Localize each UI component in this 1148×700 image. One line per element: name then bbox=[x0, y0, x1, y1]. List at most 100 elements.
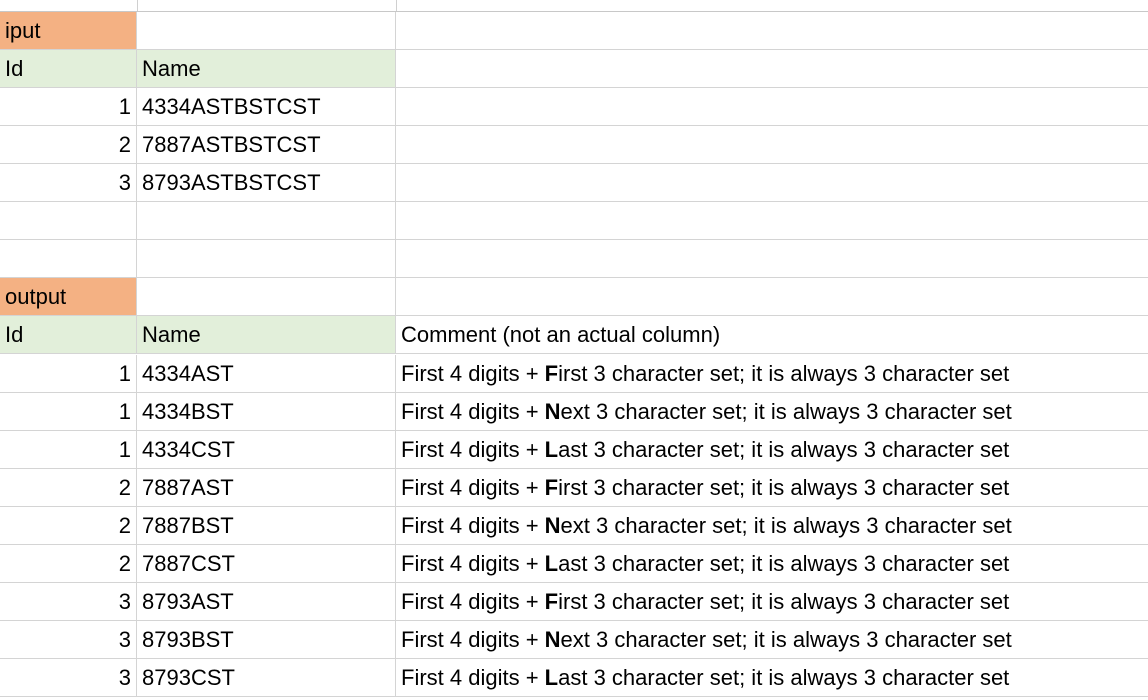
comment-bold-letter: N bbox=[544, 513, 561, 538]
input-id-header-cell[interactable]: Id bbox=[0, 50, 137, 88]
comment-bold-letter: L bbox=[544, 665, 559, 690]
output-comment-cell[interactable]: First 4 digits + Last 3 character set; i… bbox=[396, 659, 1148, 697]
empty-cell[interactable] bbox=[0, 240, 137, 278]
input-section-label-cell[interactable]: iput bbox=[0, 12, 137, 50]
output-comment-cell[interactable]: First 4 digits + Next 3 character set; i… bbox=[396, 621, 1148, 659]
output-table-row: 2 7887AST First 4 digits + First 3 chara… bbox=[0, 469, 1148, 507]
output-comment-cell[interactable]: First 4 digits + First 3 character set; … bbox=[396, 355, 1148, 393]
comment-prefix: First 4 digits + bbox=[401, 513, 545, 538]
output-comment-cell[interactable]: First 4 digits + Next 3 character set; i… bbox=[396, 393, 1148, 431]
sheet-row bbox=[0, 240, 1148, 278]
column-header-divider[interactable] bbox=[137, 0, 138, 11]
sheet-row: iput bbox=[0, 12, 1148, 50]
input-table-row: 1 4334ASTBSTCST bbox=[0, 88, 1148, 126]
comment-prefix: First 4 digits + bbox=[401, 589, 545, 614]
empty-cell[interactable] bbox=[137, 240, 396, 278]
output-name-cell[interactable]: 7887CST bbox=[137, 545, 396, 583]
input-table-row: 2 7887ASTBSTCST bbox=[0, 126, 1148, 164]
output-comment-header-cell[interactable]: Comment (not an actual column) bbox=[396, 316, 1148, 354]
input-name-header-cell[interactable]: Name bbox=[137, 50, 396, 88]
comment-suffix: ast 3 character set; it is always 3 char… bbox=[558, 437, 1010, 462]
output-comment-cell[interactable]: First 4 digits + First 3 character set; … bbox=[396, 583, 1148, 621]
comment-suffix: irst 3 character set; it is always 3 cha… bbox=[558, 589, 1010, 614]
comment-suffix: irst 3 character set; it is always 3 cha… bbox=[558, 361, 1010, 386]
output-name-cell[interactable]: 8793CST bbox=[137, 659, 396, 697]
output-table-row: 3 8793BST First 4 digits + Next 3 charac… bbox=[0, 621, 1148, 659]
output-comment-cell[interactable]: First 4 digits + First 3 character set; … bbox=[396, 469, 1148, 507]
output-id-header-cell[interactable]: Id bbox=[0, 316, 137, 354]
output-table-row: 1 4334BST First 4 digits + Next 3 charac… bbox=[0, 393, 1148, 431]
comment-bold-letter: N bbox=[544, 399, 561, 424]
comment-suffix: ext 3 character set; it is always 3 char… bbox=[560, 399, 1012, 424]
input-name-cell[interactable]: 4334ASTBSTCST bbox=[137, 88, 396, 126]
input-id-cell[interactable]: 2 bbox=[0, 126, 137, 164]
empty-cell[interactable] bbox=[396, 278, 1148, 316]
output-section-label-cell[interactable]: output bbox=[0, 278, 137, 316]
sheet-row bbox=[0, 202, 1148, 240]
comment-prefix: First 4 digits + bbox=[401, 665, 545, 690]
output-id-cell[interactable]: 2 bbox=[0, 469, 137, 507]
comment-prefix: First 4 digits + bbox=[401, 361, 545, 386]
output-table-row: 3 8793CST First 4 digits + Last 3 charac… bbox=[0, 659, 1148, 697]
output-id-cell[interactable]: 3 bbox=[0, 621, 137, 659]
empty-cell[interactable] bbox=[137, 12, 396, 50]
comment-bold-letter: F bbox=[544, 475, 559, 500]
empty-cell[interactable] bbox=[396, 240, 1148, 278]
column-header-strip bbox=[0, 0, 1148, 12]
sheet-row: output bbox=[0, 278, 1148, 316]
output-id-cell[interactable]: 1 bbox=[0, 355, 137, 393]
output-name-header-cell[interactable]: Name bbox=[137, 316, 396, 354]
sheet-row: Id Name bbox=[0, 50, 1148, 88]
output-name-cell[interactable]: 8793AST bbox=[137, 583, 396, 621]
comment-suffix: ext 3 character set; it is always 3 char… bbox=[560, 513, 1012, 538]
empty-cell[interactable] bbox=[137, 202, 396, 240]
empty-cell[interactable] bbox=[0, 202, 137, 240]
comment-bold-letter: L bbox=[544, 437, 559, 462]
output-name-cell[interactable]: 7887BST bbox=[137, 507, 396, 545]
output-name-cell[interactable]: 4334CST bbox=[137, 431, 396, 469]
comment-bold-letter: L bbox=[544, 551, 559, 576]
output-table-row: 1 4334CST First 4 digits + Last 3 charac… bbox=[0, 431, 1148, 469]
spreadsheet-grid: iput Id Name 1 4334ASTBSTCST 2 7887ASTBS… bbox=[0, 0, 1148, 700]
comment-prefix: First 4 digits + bbox=[401, 475, 545, 500]
output-id-cell[interactable]: 1 bbox=[0, 431, 137, 469]
output-comment-cell[interactable]: First 4 digits + Last 3 character set; i… bbox=[396, 545, 1148, 583]
empty-cell[interactable] bbox=[396, 88, 1148, 126]
comment-suffix: ast 3 character set; it is always 3 char… bbox=[558, 665, 1010, 690]
output-id-cell[interactable]: 3 bbox=[0, 583, 137, 621]
empty-cell[interactable] bbox=[137, 278, 396, 316]
output-table-row: 2 7887CST First 4 digits + Last 3 charac… bbox=[0, 545, 1148, 583]
output-comment-cell[interactable]: First 4 digits + Next 3 character set; i… bbox=[396, 507, 1148, 545]
output-name-cell[interactable]: 8793BST bbox=[137, 621, 396, 659]
output-name-cell[interactable]: 4334BST bbox=[137, 393, 396, 431]
output-id-cell[interactable]: 2 bbox=[0, 545, 137, 583]
empty-cell[interactable] bbox=[396, 50, 1148, 88]
comment-bold-letter: F bbox=[544, 589, 559, 614]
comment-prefix: First 4 digits + bbox=[401, 437, 545, 462]
comment-suffix: ast 3 character set; it is always 3 char… bbox=[558, 551, 1010, 576]
comment-bold-letter: N bbox=[544, 627, 561, 652]
empty-cell[interactable] bbox=[396, 126, 1148, 164]
output-table-row: 3 8793AST First 4 digits + First 3 chara… bbox=[0, 583, 1148, 621]
output-id-cell[interactable]: 1 bbox=[0, 393, 137, 431]
empty-cell[interactable] bbox=[396, 202, 1148, 240]
input-table-row: 3 8793ASTBSTCST bbox=[0, 164, 1148, 202]
output-name-cell[interactable]: 7887AST bbox=[137, 469, 396, 507]
comment-prefix: First 4 digits + bbox=[401, 551, 545, 576]
input-name-cell[interactable]: 7887ASTBSTCST bbox=[137, 126, 396, 164]
empty-cell[interactable] bbox=[396, 164, 1148, 202]
comment-suffix: irst 3 character set; it is always 3 cha… bbox=[558, 475, 1010, 500]
output-id-cell[interactable]: 3 bbox=[0, 659, 137, 697]
input-id-cell[interactable]: 1 bbox=[0, 88, 137, 126]
output-table-row: 1 4334AST First 4 digits + First 3 chara… bbox=[0, 355, 1148, 393]
output-name-cell[interactable]: 4334AST bbox=[137, 355, 396, 393]
comment-prefix: First 4 digits + bbox=[401, 399, 545, 424]
output-id-cell[interactable]: 2 bbox=[0, 507, 137, 545]
input-id-cell[interactable]: 3 bbox=[0, 164, 137, 202]
output-comment-cell[interactable]: First 4 digits + Last 3 character set; i… bbox=[396, 431, 1148, 469]
comment-bold-letter: F bbox=[544, 361, 559, 386]
column-header-divider[interactable] bbox=[396, 0, 397, 11]
comment-prefix: First 4 digits + bbox=[401, 627, 545, 652]
empty-cell[interactable] bbox=[396, 12, 1148, 50]
input-name-cell[interactable]: 8793ASTBSTCST bbox=[137, 164, 396, 202]
